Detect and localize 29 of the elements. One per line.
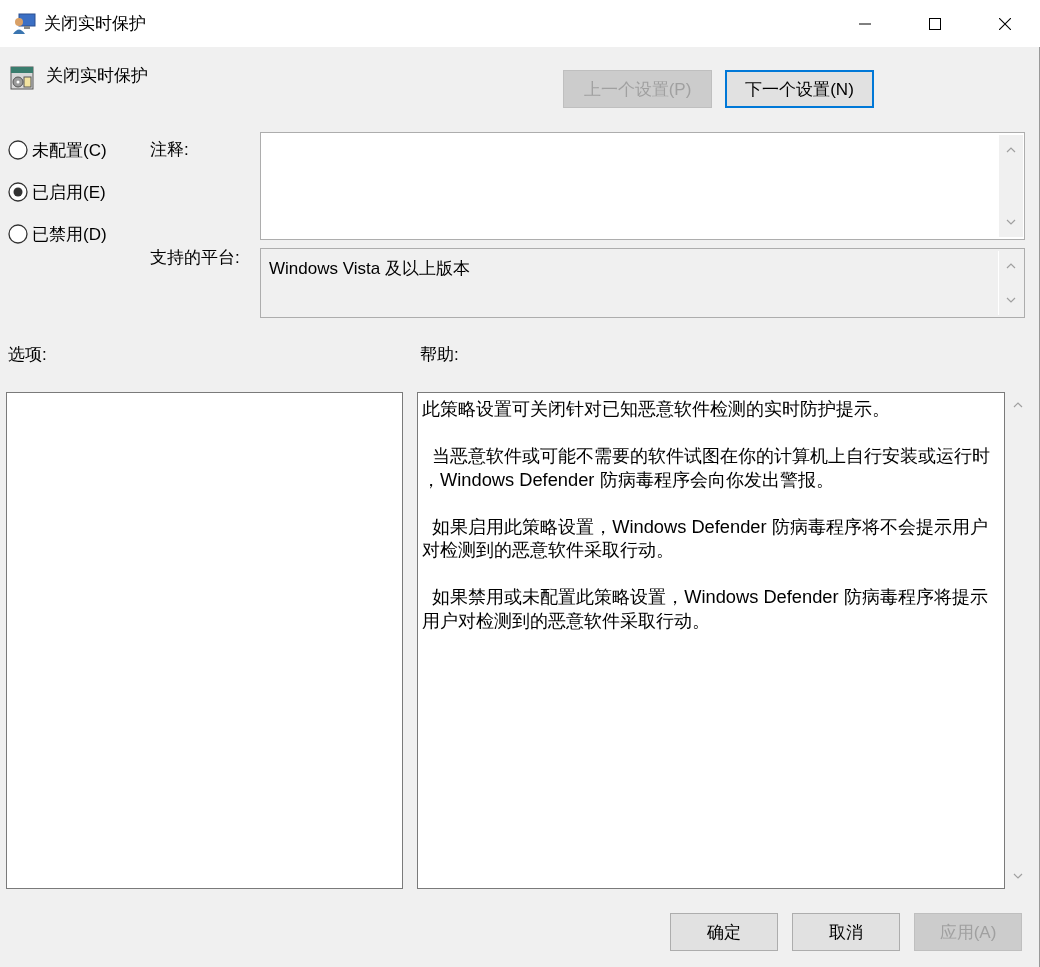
scroll-down-icon xyxy=(1011,871,1024,881)
scroll-up-icon xyxy=(1011,400,1024,410)
scroll-up-icon xyxy=(1005,145,1017,155)
minimize-icon xyxy=(859,22,871,25)
platform-label: 支持的平台: xyxy=(150,247,241,269)
setting-title: 关闭实时保护 xyxy=(46,65,148,87)
help-paragraph: 如果启用此策略设置，Windows Defender 防病毒程序将不会提示用户对检测到的恶意软件采取行动。 xyxy=(422,514,989,562)
radio-option[interactable]: 已禁用(D) xyxy=(8,222,150,246)
next-setting-button[interactable]: 下一个设置(N) xyxy=(725,70,874,108)
options-label: 选项: xyxy=(8,344,48,366)
scroll-down-icon xyxy=(1005,217,1017,227)
help-paragraph: 如果禁用或未配置此策略设置，Windows Defender 防病毒程序将提示用户对检测到的恶意软件采取行动。 xyxy=(422,585,989,632)
maximize-icon xyxy=(929,17,941,30)
ok-button[interactable]: 确定 xyxy=(670,913,778,951)
window-title: 关闭实时保护 xyxy=(44,13,147,35)
radio-option[interactable]: 已启用(E) xyxy=(8,180,150,204)
scroll-down-icon xyxy=(1005,295,1017,305)
help-paragraph: 此策略设置可关闭针对已知恶意软件检测的实时防护提示。 xyxy=(422,397,891,421)
comment-label: 注释: xyxy=(150,139,190,161)
policy-settings-icon xyxy=(10,66,34,90)
help-paragraph: 当恶意软件或可能不需要的软件试图在你的计算机上自行安装或运行时，Windows Defender 防病毒程序会向你发出警报。 xyxy=(422,444,992,491)
help-label: 帮助: xyxy=(420,344,459,366)
close-icon xyxy=(999,17,1011,30)
comment-field[interactable] xyxy=(260,132,1025,240)
computer-user-icon xyxy=(12,12,36,35)
platform-text: Windows Vista 及以上版本 xyxy=(269,259,470,278)
scroll-up-icon xyxy=(1005,261,1017,271)
cancel-button[interactable]: 取消 xyxy=(792,913,900,951)
radio-option[interactable]: 未配置(C) xyxy=(8,138,150,162)
